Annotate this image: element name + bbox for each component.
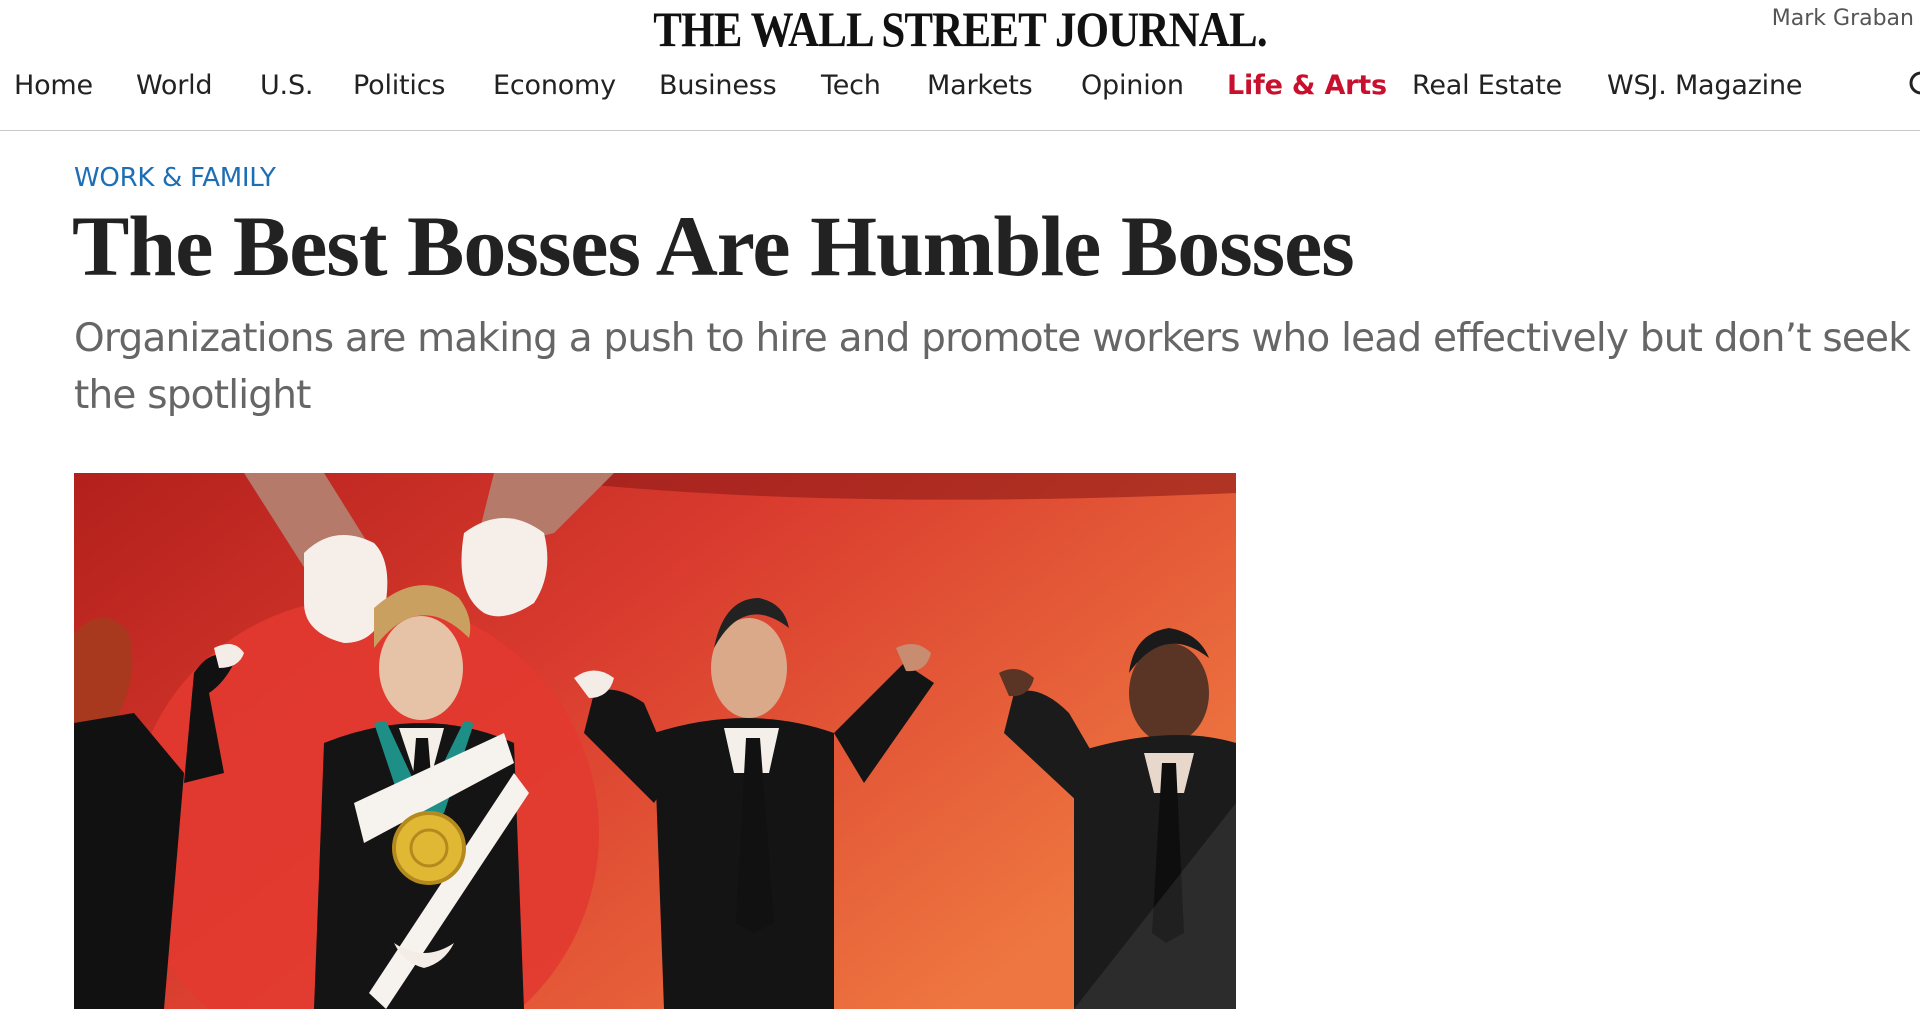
hero-illustration	[74, 473, 1236, 1009]
nav-item-politics[interactable]: Politics	[353, 70, 445, 101]
nav-item-real-estate[interactable]: Real Estate	[1412, 70, 1562, 101]
nav-item-life-arts[interactable]: Life & Arts	[1227, 70, 1387, 101]
nav-item-home[interactable]: Home	[14, 70, 93, 101]
wsj-logo[interactable]: THE WALL STREET JOURNAL.	[134, 2, 1785, 56]
user-name[interactable]: Mark Graban	[1772, 6, 1914, 31]
nav-item-world[interactable]: World	[136, 70, 213, 101]
section-nav: Home World U.S. Politics Economy Busines…	[0, 62, 1920, 131]
article-dek: Organizations are making a push to hire …	[74, 316, 1911, 418]
nav-item-us[interactable]: U.S.	[260, 70, 313, 101]
nav-item-markets[interactable]: Markets	[927, 70, 1033, 101]
nav-item-economy[interactable]: Economy	[493, 70, 616, 101]
article-headline: The Best Bosses Are Humble Bosses	[72, 198, 1355, 294]
nav-item-opinion[interactable]: Opinion	[1081, 70, 1184, 101]
section-kicker[interactable]: WORK & FAMILY	[74, 163, 276, 193]
masthead: THE WALL STREET JOURNAL. Mark Graban	[0, 0, 1920, 56]
nav-item-business[interactable]: Business	[659, 70, 777, 101]
nav-item-wsj-magazine[interactable]: WSJ. Magazine	[1607, 70, 1802, 101]
search-icon[interactable]	[1908, 70, 1920, 102]
nav-item-tech[interactable]: Tech	[821, 70, 881, 101]
